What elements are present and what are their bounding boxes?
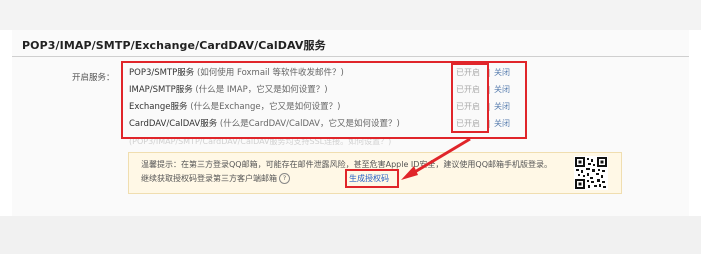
annotation-box-status xyxy=(451,63,489,133)
annotation-box-generate xyxy=(345,169,399,188)
section-title: POP3/IMAP/SMTP/Exchange/CardDAV/CalDAV服务 xyxy=(22,39,326,52)
enable-services-label: 开启服务： xyxy=(72,73,115,83)
help-circle-icon[interactable]: ? xyxy=(279,173,290,184)
tip-text-line2: 继续获取授权码登录第三方客户端邮箱? xyxy=(141,173,292,184)
qr-code-icon xyxy=(574,156,608,190)
bottom-band xyxy=(0,216,701,254)
tip-continue-text: 继续获取授权码登录第三方客户端邮箱 xyxy=(141,174,277,183)
section-divider xyxy=(12,56,689,57)
top-band xyxy=(0,0,701,30)
